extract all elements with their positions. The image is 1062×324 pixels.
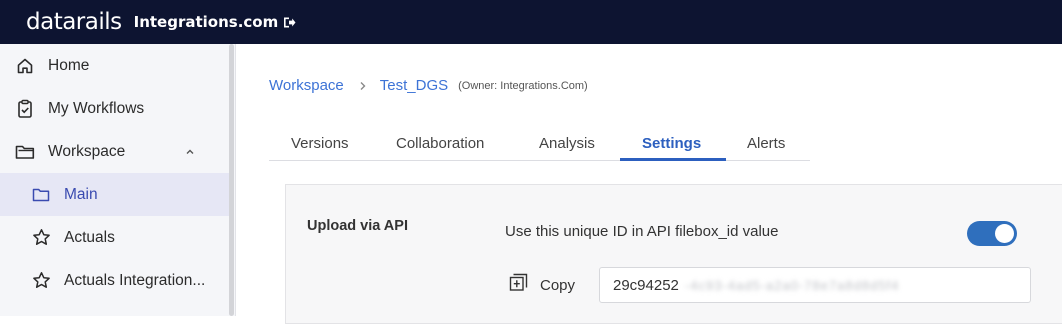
filebox-id-value: 29c94252	[613, 276, 679, 294]
sidebar-item-main[interactable]: Main	[0, 173, 229, 216]
folder-icon	[15, 142, 35, 162]
tab-versions[interactable]: Versions	[291, 135, 349, 152]
sidebar-item-label: My Workflows	[48, 99, 145, 117]
company-name: Integrations.com	[133, 13, 279, 31]
filebox-id-redacted: -4c93-4ad5-a2a0-78e7a8d8d5f4	[684, 277, 900, 293]
copy-button[interactable]: Copy	[509, 273, 575, 297]
breadcrumb-workspace-link[interactable]: Workspace	[269, 77, 344, 94]
sidebar-item-my-workflows[interactable]: My Workflows	[0, 87, 229, 130]
top-bar: datarails Integrations.com	[0, 0, 1062, 44]
chevron-up-icon[interactable]	[184, 145, 196, 163]
clipboard-check-icon	[15, 99, 35, 119]
sidebar-item-actuals-integration[interactable]: Actuals Integration...	[0, 259, 229, 302]
toggle-knob	[995, 224, 1014, 243]
filebox-id-field[interactable]: 29c94252 -4c93-4ad5-a2a0-78e7a8d8d5f4	[599, 267, 1031, 303]
tab-alerts[interactable]: Alerts	[747, 135, 785, 152]
upload-api-toggle[interactable]	[967, 221, 1017, 246]
active-tab-indicator	[620, 158, 726, 161]
sidebar: Home My Workflows Workspace Main Actuals…	[0, 44, 236, 316]
home-icon	[15, 56, 35, 76]
sidebar-item-label: Actuals Integration...	[64, 271, 206, 289]
upload-api-panel: Upload via API Use this unique ID in API…	[285, 184, 1062, 324]
sidebar-item-label: Main	[64, 185, 98, 203]
sidebar-item-workspace[interactable]: Workspace	[0, 130, 229, 173]
tab-collaboration[interactable]: Collaboration	[396, 135, 484, 152]
breadcrumb: Workspace Test_DGS (Owner: Integrations.…	[269, 77, 588, 94]
star-icon	[31, 271, 51, 291]
tab-settings[interactable]: Settings	[642, 135, 701, 152]
sidebar-scrollbar[interactable]	[229, 44, 234, 316]
owner-label: (Owner: Integrations.Com)	[458, 79, 588, 92]
folder-outline-icon	[31, 185, 51, 205]
tab-analysis[interactable]: Analysis	[539, 135, 595, 152]
sidebar-item-actuals[interactable]: Actuals	[0, 216, 229, 259]
chevron-right-icon	[358, 81, 368, 91]
sidebar-item-label: Home	[48, 56, 90, 74]
breadcrumb-file-link[interactable]: Test_DGS	[380, 77, 448, 94]
star-icon	[31, 228, 51, 248]
sidebar-item-home[interactable]: Home	[0, 44, 229, 87]
main-content: Workspace Test_DGS (Owner: Integrations.…	[236, 44, 1062, 324]
logout-icon[interactable]	[283, 16, 296, 29]
upload-api-title: Upload via API	[307, 218, 408, 234]
copy-label: Copy	[540, 276, 576, 294]
sidebar-item-label: Actuals	[64, 228, 115, 246]
upload-api-description: Use this unique ID in API filebox_id val…	[505, 223, 779, 240]
copy-icon	[509, 273, 528, 297]
tab-bar: Versions Collaboration Analysis Settings…	[269, 134, 810, 161]
datarails-logo[interactable]: datarails	[26, 9, 122, 35]
sidebar-item-label: Workspace	[48, 142, 126, 160]
